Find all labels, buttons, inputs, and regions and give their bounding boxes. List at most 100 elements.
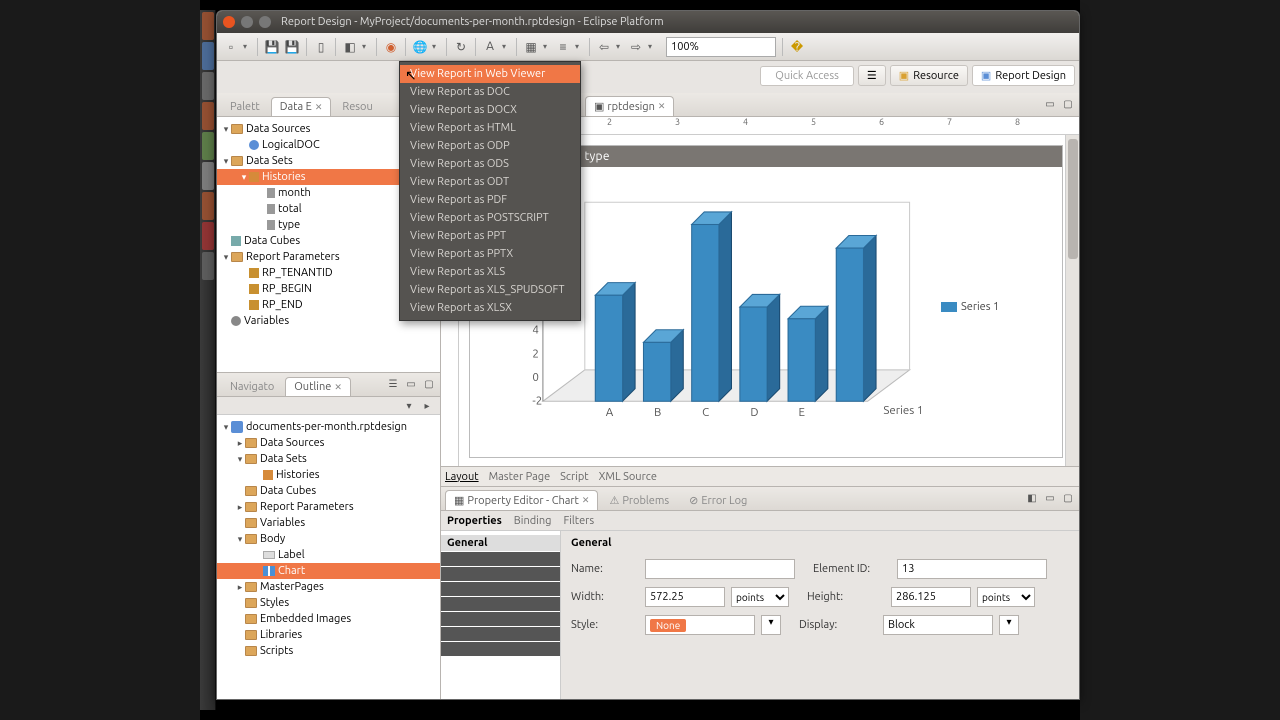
save-icon[interactable]: 💾 xyxy=(264,39,280,55)
perspective-resource[interactable]: ▣Resource xyxy=(890,65,968,86)
tab-palette[interactable]: Palett xyxy=(221,97,269,116)
tab-navigator[interactable]: Navigato xyxy=(221,377,283,396)
border-icon[interactable]: ▦ xyxy=(523,39,539,55)
window-title: Report Design - MyProject/documents-per-… xyxy=(281,16,664,28)
tab-script[interactable]: Script xyxy=(560,471,588,483)
minimize-editor-icon[interactable]: ▭ xyxy=(1043,97,1057,111)
height-unit-select[interactable]: points xyxy=(977,587,1035,607)
editor-tab[interactable]: ▣ rptdesign ✕ xyxy=(585,96,674,116)
new-icon[interactable]: ▫ xyxy=(223,39,239,55)
view-report-menu[interactable]: View Report in Web ViewerView Report as … xyxy=(399,61,581,321)
menu-item[interactable]: View Report as XLSX xyxy=(400,299,580,317)
toggle-icon[interactable]: ◧ xyxy=(342,39,358,55)
menu-item[interactable]: View Report as ODP xyxy=(400,137,580,155)
minimize-view-icon[interactable]: ▭ xyxy=(1043,491,1057,505)
menu-item[interactable]: View Report as ODS xyxy=(400,155,580,173)
close-icon[interactable]: ✕ xyxy=(582,495,590,506)
minimize-icon[interactable] xyxy=(241,16,253,28)
svg-text:B: B xyxy=(654,406,661,419)
tab-resource[interactable]: Resou xyxy=(333,97,381,116)
align-icon[interactable]: ≡ xyxy=(555,39,571,55)
width-unit-select[interactable]: points xyxy=(731,587,789,607)
scrollbar-vertical[interactable] xyxy=(1065,135,1079,466)
menu-item[interactable]: View Report as POSTSCRIPT xyxy=(400,209,580,227)
menu-item[interactable]: View Report as ODT xyxy=(400,173,580,191)
tab-layout[interactable]: Layout xyxy=(445,471,479,483)
menu-item[interactable]: View Report as XLS_SPUDSOFT xyxy=(400,281,580,299)
main-toolbar: ▫▾ 💾 💾 ▯ ◧▾ ◉ 🌐▾ ↻ A▾ ▦▾ ≡▾ ⇦▾ ⇨▾ � xyxy=(217,33,1079,61)
titlebar[interactable]: Report Design - MyProject/documents-per-… xyxy=(217,11,1079,33)
tab-data-explorer[interactable]: Data E ✕ xyxy=(271,97,332,116)
property-category-list[interactable]: General xyxy=(441,531,561,699)
zoom-combo[interactable] xyxy=(666,37,776,57)
close-icon[interactable]: ✕ xyxy=(658,101,666,112)
refresh-icon[interactable]: ↻ xyxy=(453,39,469,55)
menu-item[interactable]: View Report as PPT xyxy=(400,227,580,245)
name-field[interactable] xyxy=(645,559,795,579)
tab-xml-source[interactable]: XML Source xyxy=(599,471,657,483)
menu-item[interactable]: View Report as HTML xyxy=(400,119,580,137)
tab-property-editor[interactable]: ▦ Property Editor - Chart ✕ xyxy=(445,490,598,510)
tab-problems[interactable]: ⚠ Problems xyxy=(600,490,678,510)
svg-text:0: 0 xyxy=(532,371,539,384)
minimize-view-icon[interactable]: ▭ xyxy=(404,377,418,391)
close-icon[interactable]: ✕ xyxy=(315,102,323,113)
subtab-binding[interactable]: Binding xyxy=(514,515,552,527)
close-icon[interactable]: ✕ xyxy=(334,382,342,393)
print-icon[interactable]: ▯ xyxy=(313,39,329,55)
chart-legend: Series 1 xyxy=(941,178,1031,436)
collapse-icon[interactable]: ▾ xyxy=(402,399,416,413)
tab-outline[interactable]: Outline ✕ xyxy=(285,377,351,396)
outline-tree[interactable]: ▾documents-per-month.rptdesign ▸Data Sou… xyxy=(217,415,440,699)
subtab-properties[interactable]: Properties xyxy=(447,515,502,527)
maximize-icon[interactable] xyxy=(259,16,271,28)
quick-access-input[interactable]: Quick Access xyxy=(760,66,854,86)
expand-icon[interactable]: ▸ xyxy=(420,399,434,413)
close-icon[interactable] xyxy=(223,16,235,28)
property-editor-view: ▦ Property Editor - Chart ✕ ⚠ Problems ⊘… xyxy=(441,487,1079,699)
height-field[interactable] xyxy=(891,587,971,607)
toggle-icon[interactable]: ◧ xyxy=(1025,491,1039,505)
open-perspective-button[interactable]: ☰ xyxy=(858,65,886,86)
editor-bottom-tabs: Layout Master Page Script XML Source xyxy=(441,466,1079,486)
svg-text:A: A xyxy=(606,406,614,419)
outline-view: Navigato Outline ✕ ☰ ▭ ▢ ▾ ▸ ▾documents-… xyxy=(217,373,440,699)
subtab-filters[interactable]: Filters xyxy=(563,515,594,527)
svg-text:2: 2 xyxy=(532,347,539,360)
tab-master-page[interactable]: Master Page xyxy=(489,471,551,483)
forward-icon[interactable]: ⇨ xyxy=(628,39,644,55)
perspective-report-design[interactable]: ▣Report Design xyxy=(972,65,1075,86)
width-field[interactable] xyxy=(645,587,725,607)
menu-item[interactable]: View Report as PDF xyxy=(400,191,580,209)
back-icon[interactable]: ⇦ xyxy=(596,39,612,55)
style-dropdown-icon[interactable]: ▾ xyxy=(761,615,781,635)
menu-item[interactable]: View Report as DOC xyxy=(400,83,580,101)
maximize-view-icon[interactable]: ▢ xyxy=(422,377,436,391)
menu-item[interactable]: View Report in Web Viewer xyxy=(400,65,580,83)
element-id-field[interactable] xyxy=(897,559,1047,579)
run-report-icon[interactable]: ◉ xyxy=(383,39,399,55)
display-dropdown-icon[interactable]: ▾ xyxy=(999,615,1019,635)
tab-error-log[interactable]: ⊘ Error Log xyxy=(680,490,756,510)
svg-text:C: C xyxy=(702,406,709,419)
view-report-icon[interactable]: 🌐 xyxy=(412,39,428,55)
svg-text:4: 4 xyxy=(532,324,539,337)
unity-launcher xyxy=(200,10,216,710)
tree-mode-icon[interactable]: ☰ xyxy=(386,377,400,391)
maximize-editor-icon[interactable]: ▢ xyxy=(1061,97,1075,111)
display-field[interactable] xyxy=(883,615,993,635)
menu-item[interactable]: View Report as DOCX xyxy=(400,101,580,119)
eclipse-window: Report Design - MyProject/documents-per-… xyxy=(216,10,1080,700)
outline-root: ▾documents-per-month.rptdesign xyxy=(217,419,440,435)
svg-text:E: E xyxy=(799,406,806,419)
help-icon[interactable]: � xyxy=(789,39,805,55)
save-all-icon[interactable]: 💾 xyxy=(284,39,300,55)
letterbox-right xyxy=(1080,0,1280,720)
svg-text:-2: -2 xyxy=(532,394,542,407)
menu-item[interactable]: View Report as XLS xyxy=(400,263,580,281)
svg-text:D: D xyxy=(750,406,758,419)
letterbox-left xyxy=(0,0,200,720)
maximize-view-icon[interactable]: ▢ xyxy=(1061,491,1075,505)
menu-item[interactable]: View Report as PPTX xyxy=(400,245,580,263)
format-icon[interactable]: A xyxy=(482,39,498,55)
